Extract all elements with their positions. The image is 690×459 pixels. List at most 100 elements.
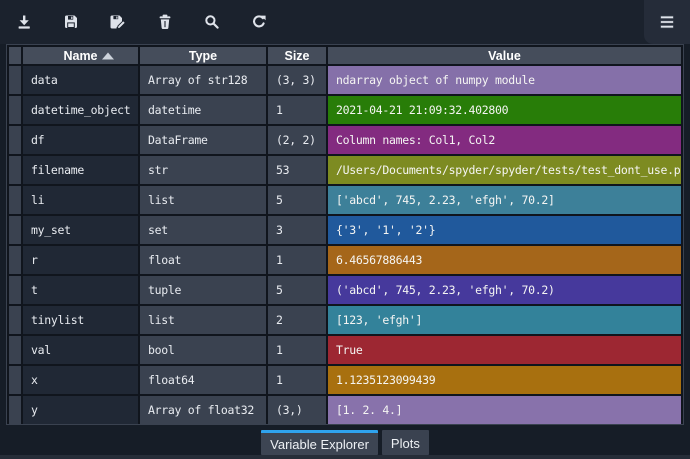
trash-icon bbox=[156, 13, 174, 31]
cell-size[interactable]: 1 bbox=[268, 336, 326, 364]
cell-size[interactable]: 3 bbox=[268, 216, 326, 244]
cell-type[interactable]: DataFrame bbox=[140, 126, 266, 154]
row-handle bbox=[9, 216, 21, 244]
cell-value[interactable]: Column names: Col1, Col2 bbox=[328, 126, 681, 154]
options-menu-button[interactable] bbox=[644, 0, 690, 44]
cell-value[interactable]: 1.1235123099439 bbox=[328, 366, 681, 394]
bottom-strip bbox=[0, 455, 690, 459]
cell-value[interactable]: [1. 2. 4.] bbox=[328, 396, 681, 424]
cell-name[interactable]: tinylist bbox=[23, 306, 138, 334]
cell-name[interactable]: t bbox=[23, 276, 138, 304]
table-row[interactable]: filenamestr53/Users/Documents/spyder/spy… bbox=[9, 156, 681, 184]
cell-value[interactable]: ndarray object of numpy module bbox=[328, 66, 681, 94]
tab-plots[interactable]: Plots bbox=[382, 430, 429, 455]
cell-size[interactable]: 1 bbox=[268, 246, 326, 274]
hamburger-menu-icon bbox=[658, 14, 676, 30]
cell-size[interactable]: 53 bbox=[268, 156, 326, 184]
cell-value[interactable]: True bbox=[328, 336, 681, 364]
cell-name[interactable]: li bbox=[23, 186, 138, 214]
table-row[interactable]: my_setset3{'3', '1', '2'} bbox=[9, 216, 681, 244]
column-header-name[interactable]: Name bbox=[23, 47, 138, 64]
row-handle bbox=[9, 66, 21, 94]
cell-name[interactable]: r bbox=[23, 246, 138, 274]
table-row[interactable]: datetime_objectdatetime12021-04-21 21:09… bbox=[9, 96, 681, 124]
search-icon bbox=[203, 13, 221, 31]
cell-name[interactable]: val bbox=[23, 336, 138, 364]
cell-size[interactable]: 5 bbox=[268, 186, 326, 214]
cell-type[interactable]: Array of float32 bbox=[140, 396, 266, 424]
cell-name[interactable]: datetime_object bbox=[23, 96, 138, 124]
table-row[interactable]: dataArray of str128(3, 3)ndarray object … bbox=[9, 66, 681, 94]
import-data-button[interactable] bbox=[13, 5, 34, 39]
cell-size[interactable]: (3,) bbox=[268, 396, 326, 424]
refresh-button[interactable] bbox=[248, 5, 269, 39]
column-header-value[interactable]: Value bbox=[328, 47, 681, 64]
table-row[interactable]: tinylistlist2[123, 'efgh'] bbox=[9, 306, 681, 334]
column-header-type[interactable]: Type bbox=[140, 47, 266, 64]
table-row[interactable]: lilist5['abcd', 745, 2.23, 'efgh', 70.2] bbox=[9, 186, 681, 214]
cell-size[interactable]: 5 bbox=[268, 276, 326, 304]
refresh-icon bbox=[250, 13, 268, 31]
row-handle bbox=[9, 336, 21, 364]
pane-tabbar: Variable Explorer Plots bbox=[0, 429, 690, 455]
variable-table-body: dataArray of str128(3, 3)ndarray object … bbox=[9, 66, 681, 424]
table-row[interactable]: ttuple5('abcd', 745, 2.23, 'efgh', 70.2) bbox=[9, 276, 681, 304]
cell-value[interactable]: {'3', '1', '2'} bbox=[328, 216, 681, 244]
row-handle bbox=[9, 96, 21, 124]
row-handle bbox=[9, 306, 21, 334]
row-handle bbox=[9, 366, 21, 394]
table-row[interactable]: yArray of float32(3,)[1. 2. 4.] bbox=[9, 396, 681, 424]
cell-name[interactable]: y bbox=[23, 396, 138, 424]
row-handle bbox=[9, 396, 21, 424]
import-data-icon bbox=[15, 13, 33, 31]
cell-name[interactable]: my_set bbox=[23, 216, 138, 244]
tab-variable-explorer[interactable]: Variable Explorer bbox=[261, 430, 378, 455]
row-handle bbox=[9, 186, 21, 214]
search-button[interactable] bbox=[201, 5, 222, 39]
row-handle bbox=[9, 246, 21, 274]
cell-size[interactable]: (2, 2) bbox=[268, 126, 326, 154]
cell-name[interactable]: x bbox=[23, 366, 138, 394]
cell-size[interactable]: 1 bbox=[268, 96, 326, 124]
cell-value[interactable]: 6.46567886443 bbox=[328, 246, 681, 274]
column-header-name-label: Name bbox=[63, 49, 97, 63]
save-data-as-button[interactable] bbox=[107, 5, 128, 39]
table-row[interactable]: valbool1True bbox=[9, 336, 681, 364]
cell-name[interactable]: data bbox=[23, 66, 138, 94]
save-data-icon bbox=[62, 13, 80, 31]
cell-type[interactable]: float bbox=[140, 246, 266, 274]
cell-size[interactable]: 2 bbox=[268, 306, 326, 334]
cell-type[interactable]: str bbox=[140, 156, 266, 184]
variable-explorer-pane: Name Type Size Value dataArray of str128… bbox=[0, 0, 690, 459]
cell-value[interactable]: ('abcd', 745, 2.23, 'efgh', 70.2) bbox=[328, 276, 681, 304]
table-header-row: Name Type Size Value bbox=[9, 47, 681, 64]
cell-size[interactable]: 1 bbox=[268, 366, 326, 394]
table-row[interactable]: xfloat6411.1235123099439 bbox=[9, 366, 681, 394]
cell-value[interactable]: [123, 'efgh'] bbox=[328, 306, 681, 334]
remove-variable-button[interactable] bbox=[154, 5, 175, 39]
cell-type[interactable]: list bbox=[140, 186, 266, 214]
row-handle bbox=[9, 156, 21, 184]
cell-type[interactable]: bool bbox=[140, 336, 266, 364]
cell-value[interactable]: /Users/Documents/spyder/spyder/tests/tes… bbox=[328, 156, 681, 184]
table-row[interactable]: dfDataFrame(2, 2)Column names: Col1, Col… bbox=[9, 126, 681, 154]
cell-value[interactable]: ['abcd', 745, 2.23, 'efgh', 70.2] bbox=[328, 186, 681, 214]
cell-type[interactable]: float64 bbox=[140, 366, 266, 394]
table-row[interactable]: rfloat16.46567886443 bbox=[9, 246, 681, 274]
row-handle bbox=[9, 126, 21, 154]
cell-name[interactable]: filename bbox=[23, 156, 138, 184]
save-data-button[interactable] bbox=[60, 5, 81, 39]
cell-value[interactable]: 2021-04-21 21:09:32.402800 bbox=[328, 96, 681, 124]
sort-ascending-icon bbox=[102, 52, 114, 59]
cell-type[interactable]: datetime bbox=[140, 96, 266, 124]
cell-size[interactable]: (3, 3) bbox=[268, 66, 326, 94]
column-header-size[interactable]: Size bbox=[268, 47, 326, 64]
cell-type[interactable]: Array of str128 bbox=[140, 66, 266, 94]
cell-type[interactable]: set bbox=[140, 216, 266, 244]
save-data-as-icon bbox=[108, 13, 127, 31]
cell-type[interactable]: tuple bbox=[140, 276, 266, 304]
row-handle bbox=[9, 276, 21, 304]
corner-header-cell bbox=[9, 47, 21, 64]
cell-name[interactable]: df bbox=[23, 126, 138, 154]
cell-type[interactable]: list bbox=[140, 306, 266, 334]
